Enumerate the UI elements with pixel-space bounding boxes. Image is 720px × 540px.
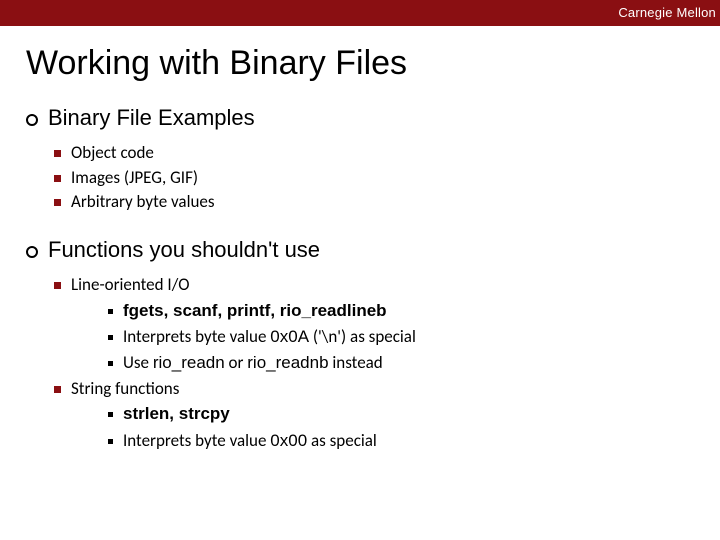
list-item-text: Use rio_readn or rio_readnb instead: [123, 350, 383, 376]
small-square-bullet-icon: [108, 309, 113, 314]
small-square-bullet-icon: [108, 439, 113, 444]
list-item: strlen, strcpy: [108, 401, 694, 427]
ring-bullet-icon: [26, 246, 38, 258]
section-functions-avoid: Functions you shouldn't use Line-oriente…: [26, 237, 694, 454]
square-bullet-icon: [54, 386, 61, 393]
square-bullet-icon: [54, 282, 61, 289]
slide-body: Working with Binary Files Binary File Ex…: [0, 26, 720, 454]
list-item: Arbitrary byte values: [54, 190, 694, 215]
text-fragment: Interprets byte value: [123, 430, 270, 451]
list-level2: fgets, scanf, printf, rio_readlineb Inte…: [108, 298, 694, 377]
list-item: Object code: [54, 141, 694, 166]
section-binary-examples: Binary File Examples Object code Images …: [26, 105, 694, 215]
text-fragment: Use: [123, 352, 153, 373]
list-item-text: Arbitrary byte values: [71, 190, 215, 215]
square-bullet-icon: [54, 175, 61, 182]
list-item-text: Interprets byte value 0x0A ('\n') as spe…: [123, 324, 416, 350]
list-item-text: Line-oriented I/O: [71, 273, 190, 298]
small-square-bullet-icon: [108, 412, 113, 417]
list-item: Line-oriented I/O: [54, 273, 694, 298]
list-item-text: strlen, strcpy: [123, 401, 230, 427]
list-item: Use rio_readn or rio_readnb instead: [108, 350, 694, 376]
list-item-text: Object code: [71, 141, 154, 166]
list-item: Interprets byte value 0x0A ('\n') as spe…: [108, 324, 694, 350]
list-item: Images (JPEG, GIF): [54, 166, 694, 191]
ring-bullet-icon: [26, 114, 38, 126]
code-fragment: 0x0A: [270, 327, 309, 346]
list-item: fgets, scanf, printf, rio_readlineb: [108, 298, 694, 324]
text-fragment: or: [225, 352, 248, 373]
header-bar: Carnegie Mellon: [0, 0, 720, 26]
list-level2: strlen, strcpy Interprets byte value 0x0…: [108, 401, 694, 454]
text-fragment: instead: [329, 352, 383, 373]
text-fragment: ('\n') as special: [309, 326, 416, 347]
section-heading-text: Functions you shouldn't use: [48, 237, 320, 263]
list-item: Interprets byte value 0x00 as special: [108, 428, 694, 454]
section-heading-text: Binary File Examples: [48, 105, 255, 131]
small-square-bullet-icon: [108, 361, 113, 366]
square-bullet-icon: [54, 199, 61, 206]
list-level1: Object code Images (JPEG, GIF) Arbitrary…: [54, 141, 694, 215]
text-fragment: Interprets byte value: [123, 326, 270, 347]
code-fragment: 0x00: [270, 431, 307, 450]
code-fragment: rio_readnb: [247, 353, 328, 372]
list-item-text: Interprets byte value 0x00 as special: [123, 428, 377, 454]
code-fragment: rio_readn: [153, 353, 225, 372]
list-item-text: String functions: [71, 377, 179, 402]
section-heading: Binary File Examples: [26, 105, 694, 131]
brand-text: Carnegie Mellon: [618, 5, 716, 20]
list-item-text: fgets, scanf, printf, rio_readlineb: [123, 298, 387, 324]
list-level1: Line-oriented I/O fgets, scanf, printf, …: [54, 273, 694, 454]
text-fragment: as special: [307, 430, 377, 451]
slide-title: Working with Binary Files: [26, 44, 694, 83]
list-item-text: Images (JPEG, GIF): [71, 166, 198, 191]
square-bullet-icon: [54, 150, 61, 157]
small-square-bullet-icon: [108, 335, 113, 340]
section-heading: Functions you shouldn't use: [26, 237, 694, 263]
list-item: String functions: [54, 377, 694, 402]
